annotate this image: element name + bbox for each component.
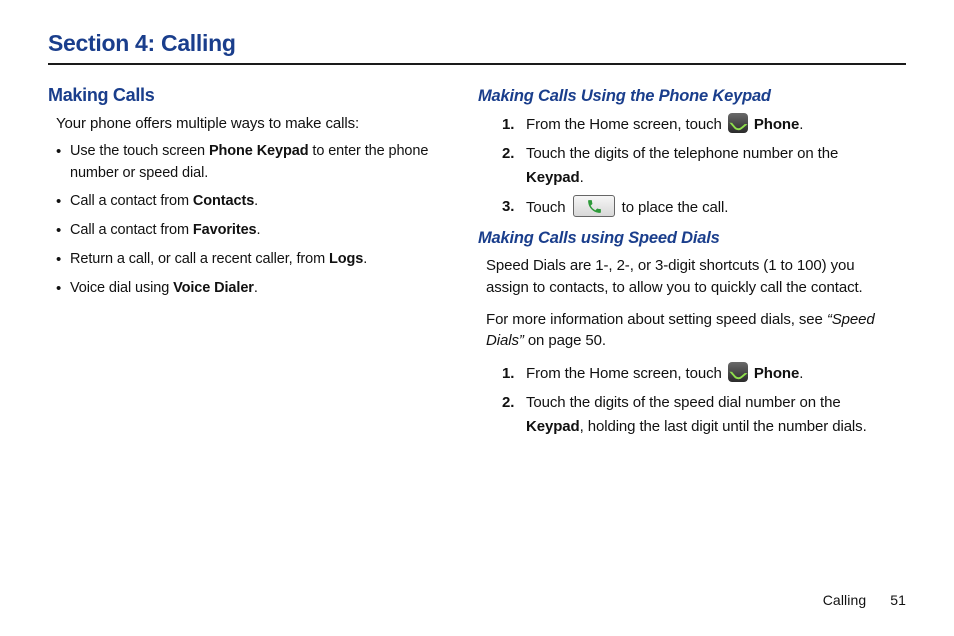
step-item: From the Home screen, touch Phone. [502, 113, 888, 136]
list-item: Call a contact from Contacts. [56, 191, 458, 213]
text: Voice dial using [70, 280, 173, 296]
text: . [257, 222, 261, 238]
text: . [254, 193, 258, 209]
text: . [799, 116, 803, 133]
two-column-layout: Making Calls Your phone offers multiple … [48, 85, 906, 448]
text: Touch the digits of the speed dial numbe… [526, 394, 841, 411]
right-column: Making Calls Using the Phone Keypad From… [478, 85, 888, 448]
text: on page 50. [524, 332, 606, 349]
step-item: Touch to place the call. [502, 195, 888, 219]
heading-making-calls: Making Calls [48, 85, 458, 106]
step-item: Touch the digits of the telephone number… [502, 142, 888, 189]
bold-text: Keypad [526, 169, 580, 186]
bold-text: Logs [329, 251, 363, 267]
manual-page: Section 4: Calling Making Calls Your pho… [0, 0, 954, 636]
text: . [254, 280, 258, 296]
handset-icon [586, 198, 603, 215]
text: Return a call, or call a recent caller, … [70, 251, 329, 267]
phone-app-icon [728, 113, 748, 133]
bold-text: Phone [754, 365, 799, 382]
intro-paragraph: Your phone offers multiple ways to make … [56, 113, 458, 135]
text: From the Home screen, touch [526, 365, 726, 382]
speed-dial-xref: For more information about setting speed… [486, 309, 888, 353]
list-item: Call a contact from Favorites. [56, 220, 458, 242]
step-item: Touch the digits of the speed dial numbe… [502, 391, 888, 438]
text: , holding the last digit until the numbe… [580, 418, 867, 435]
speed-dial-steps: From the Home screen, touch Phone. Touch… [502, 362, 888, 438]
text: Use the touch screen [70, 143, 209, 159]
bold-text: Keypad [526, 418, 580, 435]
left-column: Making Calls Your phone offers multiple … [48, 85, 458, 448]
text: . [580, 169, 584, 186]
step-item: From the Home screen, touch Phone. [502, 362, 888, 385]
page-footer: Calling 51 [823, 592, 906, 608]
keypad-steps: From the Home screen, touch Phone. Touch… [502, 113, 888, 219]
ways-to-call-list: Use the touch screen Phone Keypad to ent… [56, 141, 458, 300]
text: to place the call. [618, 199, 729, 216]
list-item: Use the touch screen Phone Keypad to ent… [56, 141, 458, 185]
page-number: 51 [890, 592, 906, 608]
heading-speed-dials: Making Calls using Speed Dials [478, 229, 888, 248]
text: Call a contact from [70, 193, 193, 209]
bold-text: Favorites [193, 222, 257, 238]
text: . [363, 251, 367, 267]
bold-text: Contacts [193, 193, 254, 209]
speed-dial-paragraph: Speed Dials are 1-, 2-, or 3-digit short… [486, 255, 888, 299]
section-rule [48, 63, 906, 65]
call-button-icon [573, 195, 615, 217]
phone-app-icon [728, 362, 748, 382]
text: Call a contact from [70, 222, 193, 238]
section-title: Section 4: Calling [48, 30, 906, 57]
list-item: Return a call, or call a recent caller, … [56, 249, 458, 271]
bold-text: Phone Keypad [209, 143, 309, 159]
text: Touch [526, 199, 570, 216]
text: For more information about setting speed… [486, 311, 827, 328]
heading-using-keypad: Making Calls Using the Phone Keypad [478, 87, 888, 106]
list-item: Voice dial using Voice Dialer. [56, 278, 458, 300]
footer-label: Calling [823, 592, 867, 608]
bold-text: Phone [754, 116, 799, 133]
bold-text: Voice Dialer [173, 280, 254, 296]
text: Touch the digits of the telephone number… [526, 145, 838, 162]
text: . [799, 365, 803, 382]
text: From the Home screen, touch [526, 116, 726, 133]
